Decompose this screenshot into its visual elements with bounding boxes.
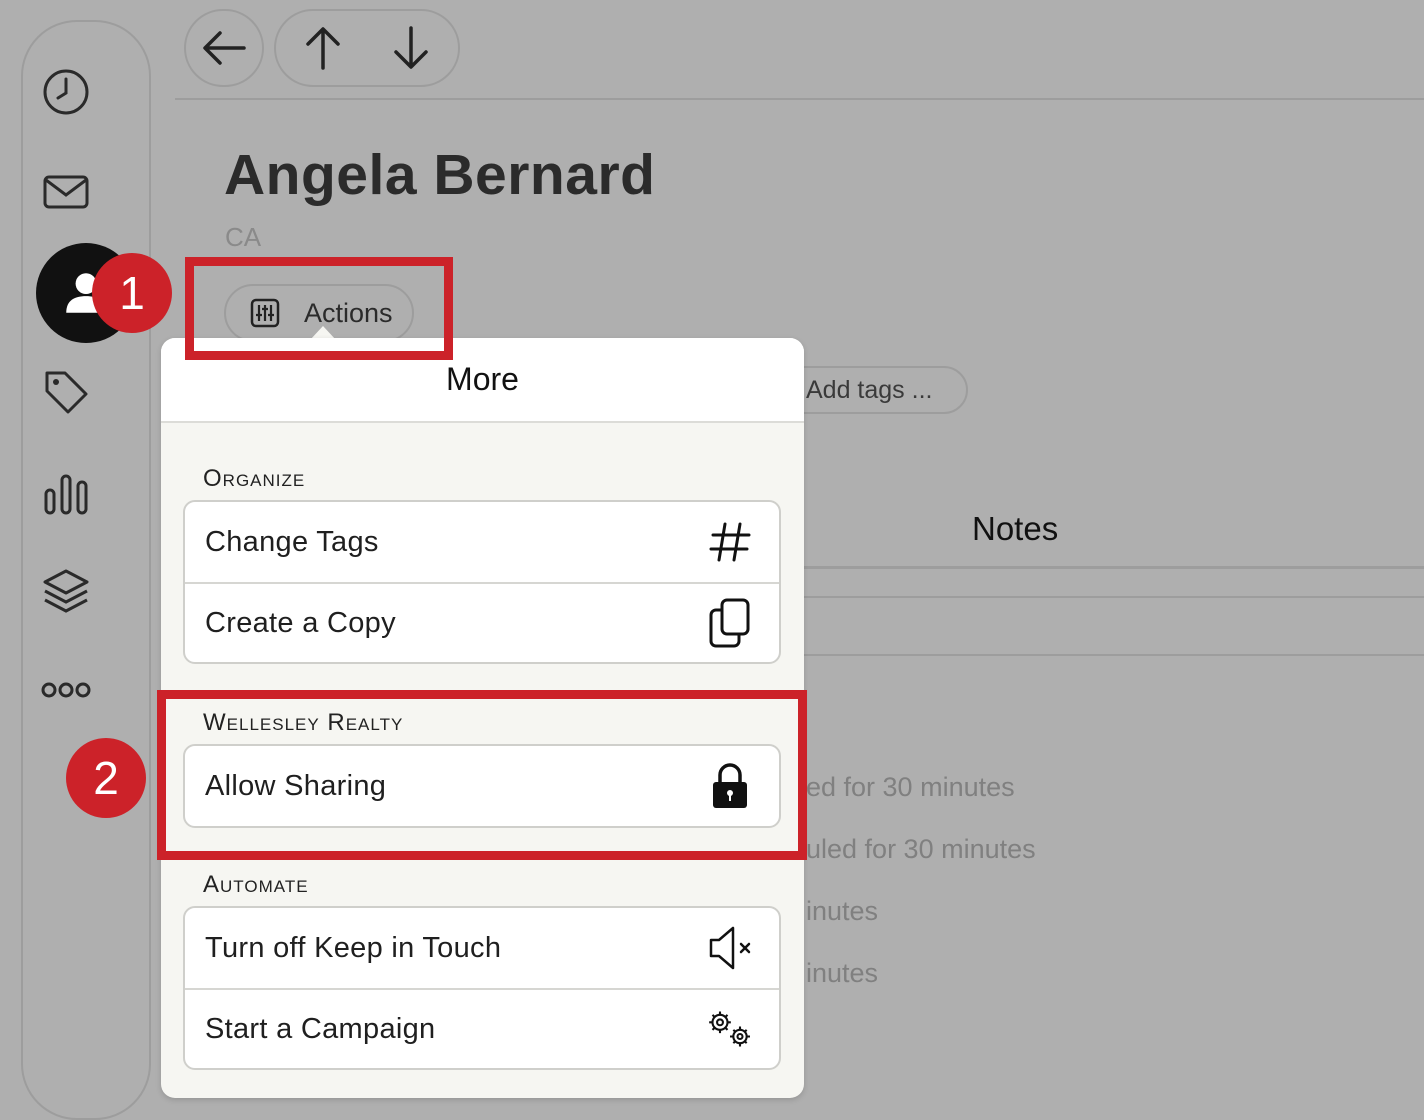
more-icon[interactable]	[41, 665, 91, 715]
automate-group: Turn off Keep in Touch Start a Campaign	[183, 906, 781, 1070]
mail-icon[interactable]	[41, 167, 91, 217]
section-label-automate: Automate	[203, 871, 309, 898]
hashtag-icon	[705, 517, 755, 567]
create-copy-button[interactable]: Create a Copy	[185, 582, 779, 662]
change-tags-button[interactable]: Change Tags	[185, 502, 779, 582]
section-label-organize: Organize	[203, 465, 306, 492]
add-tags-placeholder: Add tags ...	[806, 375, 933, 404]
contact-name: Angela Bernard	[224, 143, 656, 207]
clock-icon[interactable]	[41, 67, 91, 117]
highlight-actions	[185, 257, 453, 360]
up-arrow-icon[interactable]	[299, 24, 347, 72]
menu-item-label: Turn off Keep in Touch	[205, 931, 502, 964]
gears-icon	[705, 1004, 755, 1054]
tab-underline	[800, 566, 1424, 569]
bar-chart-icon[interactable]	[41, 468, 91, 518]
step-badge-1: 1	[92, 253, 172, 333]
divider	[800, 654, 1424, 656]
menu-item-label: Create a Copy	[205, 606, 396, 639]
back-arrow-icon	[203, 31, 246, 65]
activity-line: uled for 30 minutes	[806, 834, 1036, 864]
mute-speaker-icon	[705, 923, 755, 973]
activity-line: inutes	[806, 896, 879, 926]
tag-icon[interactable]	[41, 367, 91, 417]
menu-item-label: Start a Campaign	[205, 1012, 436, 1045]
contact-location: CA	[225, 222, 262, 252]
down-arrow-icon[interactable]	[387, 24, 435, 72]
turn-off-keep-in-touch-button[interactable]: Turn off Keep in Touch	[185, 908, 779, 988]
activity-line: ed for 30 minutes	[806, 772, 1015, 802]
organize-group: Change Tags Create a Copy	[183, 500, 781, 664]
activity-line: inutes	[806, 958, 879, 988]
back-button[interactable]	[184, 9, 264, 87]
copy-icon	[705, 598, 755, 648]
start-campaign-button[interactable]: Start a Campaign	[185, 988, 779, 1068]
step-badge-2: 2	[66, 738, 146, 818]
layers-icon[interactable]	[41, 567, 91, 617]
highlight-allow-sharing	[157, 690, 807, 860]
menu-item-label: Change Tags	[205, 525, 379, 558]
divider	[800, 596, 1424, 598]
header-divider	[175, 98, 1424, 100]
tab-notes[interactable]: Notes	[972, 510, 1058, 548]
record-navigation	[274, 9, 460, 87]
